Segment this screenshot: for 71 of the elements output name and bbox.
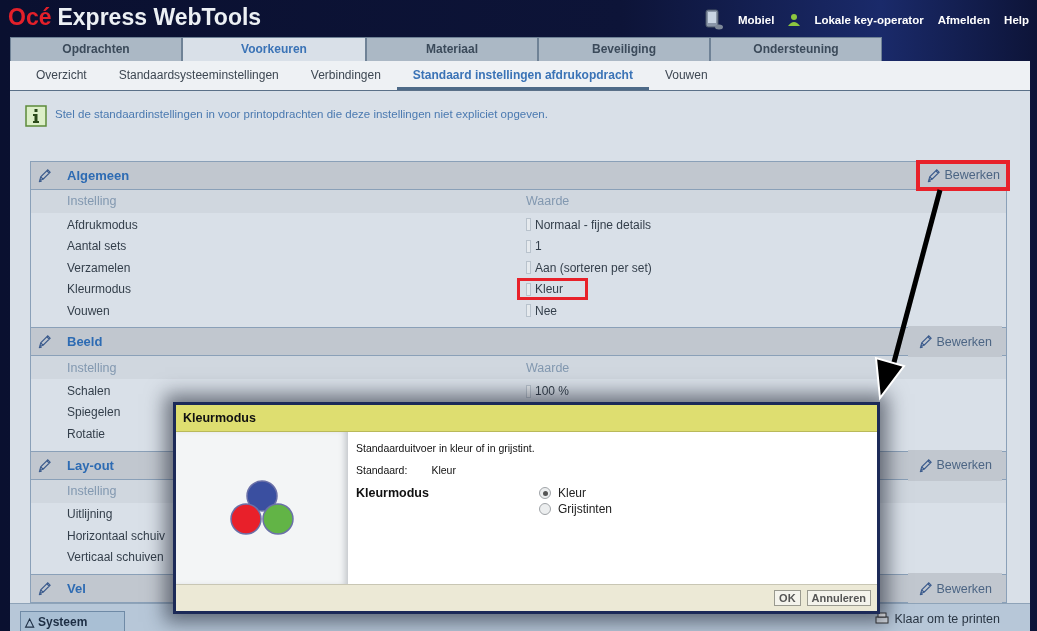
- column-header: Waarde: [526, 360, 570, 375]
- nav-tab[interactable]: Beveiliging: [538, 36, 710, 61]
- system-tab[interactable]: △ Systeem: [20, 611, 125, 631]
- dialog-button[interactable]: Annuleren: [806, 590, 871, 606]
- radio-icon[interactable]: [539, 503, 551, 515]
- setting-label: Verzamelen: [67, 260, 131, 275]
- sub-tab[interactable]: Standaardsysteeminstellingen: [102, 60, 295, 90]
- edit-link[interactable]: Bewerken: [908, 326, 1002, 357]
- column-header: Waarde: [526, 194, 570, 208]
- setting-label: Horizontaal schuiv: [67, 528, 166, 543]
- header-link[interactable]: Afmelden: [937, 13, 991, 26]
- setting-label: Uitlijning: [67, 507, 113, 522]
- edit-link[interactable]: Bewerken: [916, 159, 1010, 191]
- color-circles-icon: [229, 480, 295, 536]
- setting-label: Spiegelen: [67, 405, 121, 420]
- setting-label: Vouwen: [67, 303, 110, 318]
- setting-value: Aan (sorteren per set): [517, 256, 659, 279]
- sub-tab[interactable]: Standaard instellingen afdrukopdracht: [396, 60, 649, 90]
- sub-tab[interactable]: Verbindingen: [294, 60, 397, 90]
- nav-tab[interactable]: Opdrachten: [10, 36, 182, 61]
- user-icon: [788, 13, 801, 27]
- column-header: Instelling: [67, 194, 117, 208]
- default-value: Kleur: [431, 464, 456, 476]
- info-text: Stel de standaardinstellingen in voor printopdrachten die deze instellingen niet expliciet opgeven.: [55, 106, 548, 120]
- column-header: Instelling: [67, 360, 117, 375]
- dialog-title: Kleurmodus: [176, 405, 877, 432]
- pencil-icon: [918, 334, 934, 349]
- setting-value: Normaal - fijne details: [517, 213, 659, 236]
- pencil-icon: [926, 167, 942, 183]
- setting-label: Verticaal schuiven: [67, 550, 164, 565]
- section-title: Vel: [67, 581, 86, 596]
- pencil-icon: [37, 581, 52, 596]
- setting-label: Rotatie: [67, 426, 106, 441]
- header-link[interactable]: Lokale key-operator: [814, 13, 924, 26]
- radio-icon[interactable]: [539, 487, 551, 499]
- app-logo: Océ Express WebTools: [8, 3, 262, 32]
- setting-value: 100 %: [517, 380, 577, 402]
- setting-label: Aantal sets: [67, 239, 127, 253]
- radio-option[interactable]: Kleur: [539, 486, 869, 500]
- status-text: Klaar om te printen: [894, 612, 1000, 626]
- edit-link[interactable]: Bewerken: [908, 449, 1002, 481]
- nav-tab[interactable]: Ondersteuning: [710, 36, 882, 61]
- header-link[interactable]: Help: [1004, 13, 1029, 26]
- dialog-description: Standaarduitvoer in kleur of in grijstint.: [356, 442, 536, 454]
- default-label: Standaard:: [356, 464, 408, 476]
- setting-value: Kleur: [517, 278, 588, 300]
- pencil-icon: [37, 457, 52, 473]
- section-title: Beeld: [67, 334, 103, 349]
- setting-label: Afdrukmodus: [67, 217, 138, 232]
- setting-label: Kleurmodus: [67, 282, 132, 296]
- pencil-icon: [918, 581, 934, 596]
- section-title: Lay-out: [67, 457, 114, 473]
- radio-option[interactable]: Grijstinten: [539, 502, 869, 516]
- header-link[interactable]: Mobiel: [737, 13, 775, 26]
- pencil-icon: [918, 457, 934, 473]
- nav-tab[interactable]: Materiaal: [366, 36, 538, 61]
- sub-tab[interactable]: Vouwen: [648, 60, 724, 90]
- setting-value: Nee: [517, 299, 564, 322]
- setting-label: Schalen: [67, 384, 111, 398]
- info-icon: [25, 104, 47, 127]
- dialog-button[interactable]: OK: [774, 590, 801, 606]
- pencil-icon: [37, 167, 52, 183]
- edit-link[interactable]: Bewerken: [908, 573, 1002, 604]
- setting-value: 1: [517, 235, 549, 257]
- field-label: Kleurmodus: [356, 486, 430, 502]
- section-title: Algemeen: [67, 167, 130, 183]
- sub-tab[interactable]: Overzicht: [20, 60, 103, 90]
- column-header: Instelling: [67, 484, 117, 498]
- nav-tab[interactable]: Voorkeuren: [182, 36, 366, 61]
- pencil-icon: [37, 334, 52, 349]
- mobile-device-icon: [703, 8, 724, 31]
